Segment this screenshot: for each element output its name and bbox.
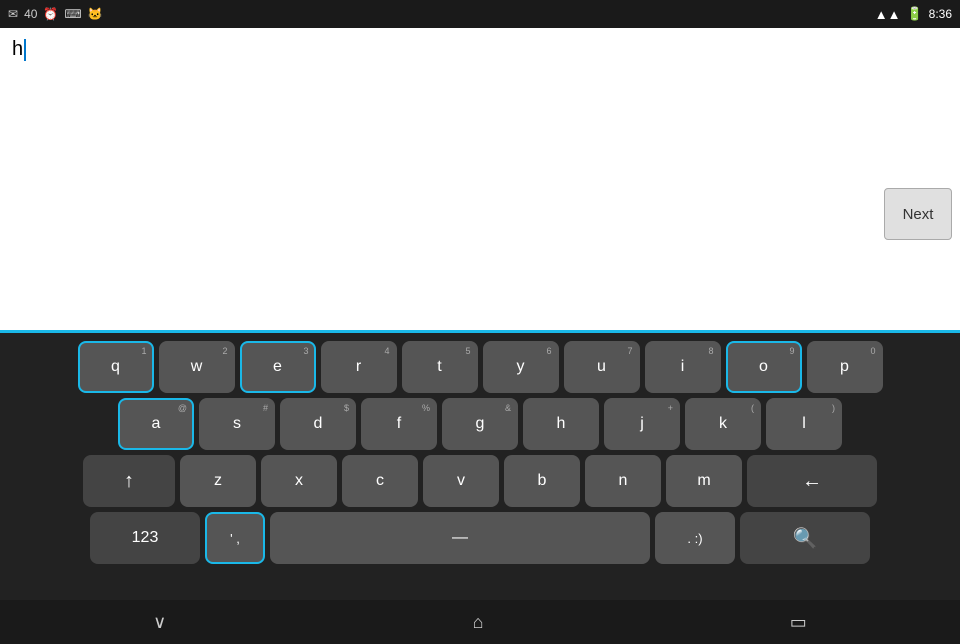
key-u[interactable]: u7 [564,341,640,393]
key-shift[interactable]: ↑ [83,455,175,507]
nav-back-icon[interactable]: ∨ [153,612,166,633]
keyboard: q1 w2 e3 r4 t5 y6 u7 i8 o9 p0 a@ s# d$ f… [0,333,960,600]
typed-text: h [12,38,23,60]
key-punctuation[interactable]: . :) [655,512,735,564]
key-h[interactable]: h [523,398,599,450]
mail-icon: ✉ [8,7,18,21]
key-r[interactable]: r4 [321,341,397,393]
status-bar: ✉ 40 ⏰ ⌨ 🐱 ▲▲ 🔋 8:36 [0,0,960,28]
keyboard-row-bottom: 123 ' , — . :) 🔍 [4,512,956,564]
key-a[interactable]: a@ [118,398,194,450]
time-display: 8:36 [929,7,952,21]
key-o[interactable]: o9 [726,341,802,393]
key-l[interactable]: l) [766,398,842,450]
key-k[interactable]: k( [685,398,761,450]
key-q[interactable]: q1 [78,341,154,393]
key-f[interactable]: f% [361,398,437,450]
key-x[interactable]: x [261,455,337,507]
cat-icon: 🐱 [88,7,103,21]
text-field[interactable]: h [12,38,26,61]
alarm-icon: ⏰ [43,7,58,21]
keyboard-icon: ⌨ [64,7,81,21]
key-search[interactable]: 🔍 [740,512,870,564]
wifi-icon: ▲▲ [875,7,901,22]
key-i[interactable]: i8 [645,341,721,393]
key-d[interactable]: d$ [280,398,356,450]
key-j[interactable]: j+ [604,398,680,450]
key-m[interactable]: m [666,455,742,507]
key-z[interactable]: z [180,455,256,507]
key-y[interactable]: y6 [483,341,559,393]
nav-recents-icon[interactable]: ▭ [790,612,807,633]
key-backspace[interactable]: ← [747,455,877,507]
nav-bar: ∨ ⌂ ▭ [0,600,960,644]
key-s[interactable]: s# [199,398,275,450]
key-v[interactable]: v [423,455,499,507]
battery-icon: 🔋 [906,6,922,22]
key-comma[interactable]: ' , [205,512,265,564]
key-w[interactable]: w2 [159,341,235,393]
badge-40: 40 [24,7,37,21]
key-g[interactable]: g& [442,398,518,450]
key-n[interactable]: n [585,455,661,507]
keyboard-row-1: q1 w2 e3 r4 t5 y6 u7 i8 o9 p0 [4,341,956,393]
key-b[interactable]: b [504,455,580,507]
key-space[interactable]: — [270,512,650,564]
keyboard-row-2: a@ s# d$ f% g& h j+ k( l) [4,398,956,450]
content-area: h Next [0,28,960,330]
key-123[interactable]: 123 [90,512,200,564]
key-e[interactable]: e3 [240,341,316,393]
next-button[interactable]: Next [884,188,952,240]
key-c[interactable]: c [342,455,418,507]
nav-home-icon[interactable]: ⌂ [473,612,484,633]
keyboard-row-3: ↑ z x c v b n m ← [4,455,956,507]
text-cursor [24,39,26,61]
key-p[interactable]: p0 [807,341,883,393]
key-t[interactable]: t5 [402,341,478,393]
